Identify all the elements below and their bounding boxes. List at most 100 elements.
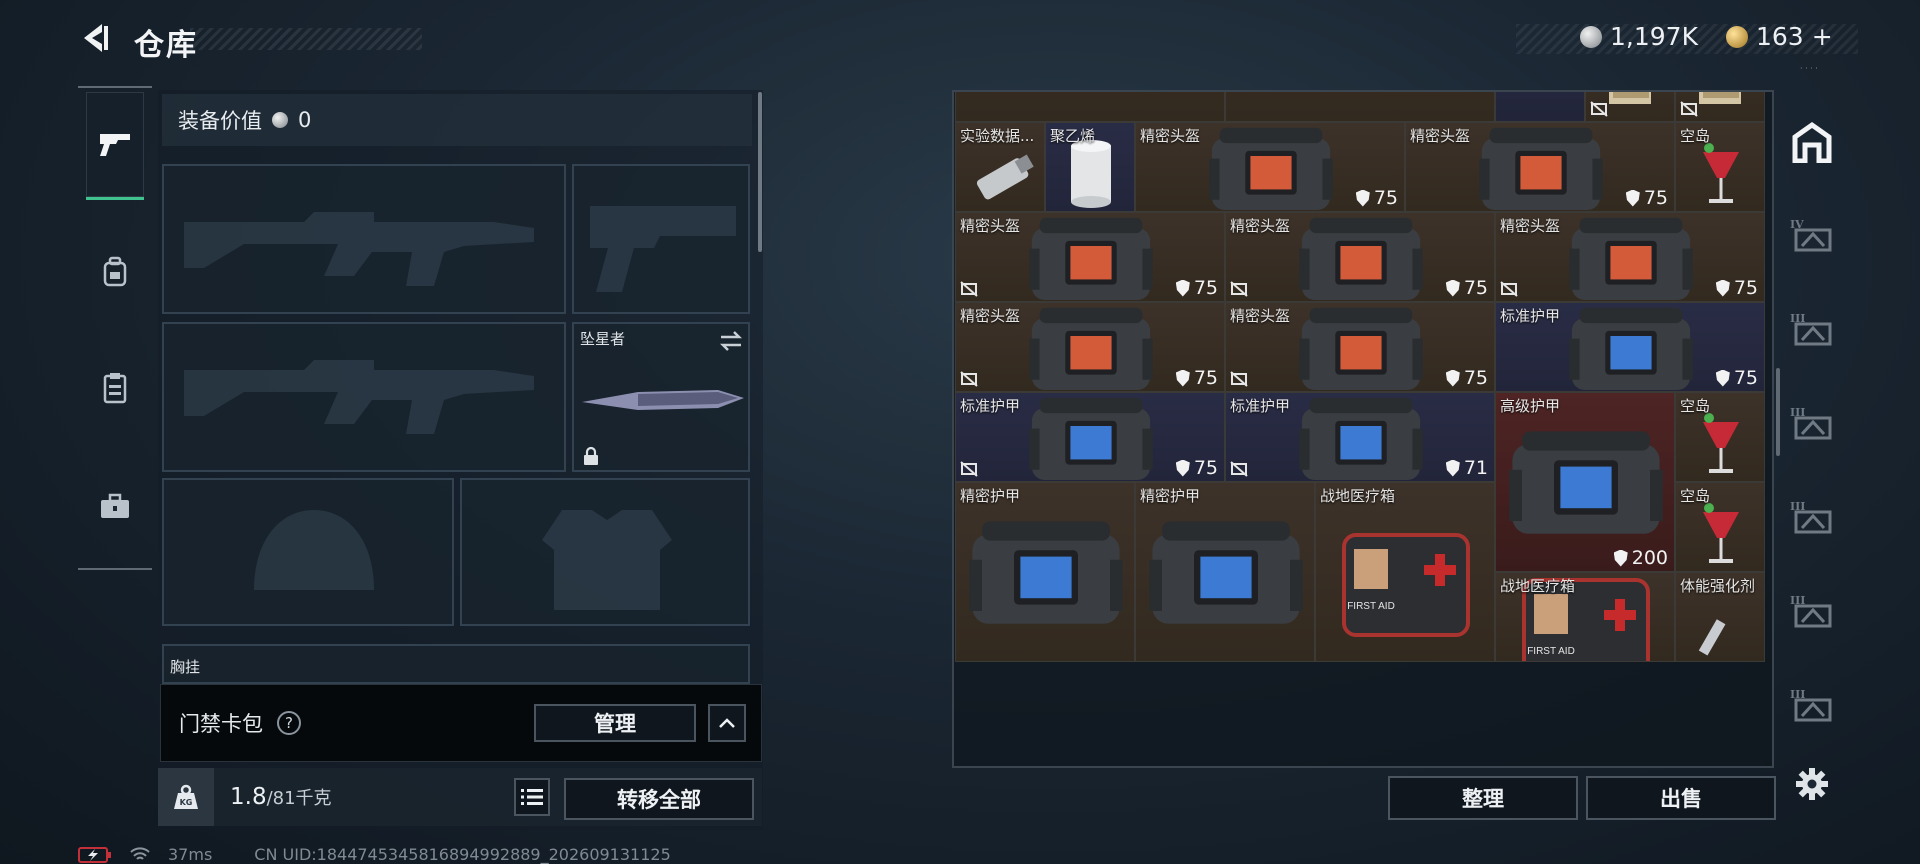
storage-tab[interactable]: III [1780, 664, 1844, 748]
collapse-button[interactable] [708, 704, 746, 742]
inventory-item[interactable]: 燃气喷灯 [1495, 92, 1585, 122]
inventory-item[interactable]: 精密头盔 75 [955, 212, 1225, 302]
swap-icon[interactable] [718, 330, 744, 352]
corner-text: · · · · [1800, 64, 1818, 73]
inventory-item[interactable]: 精密头盔 75 [1225, 212, 1495, 302]
inventory-item[interactable]: 标准护甲 75 [955, 392, 1225, 482]
settings-button[interactable] [1792, 764, 1832, 804]
durability-value: 75 [1733, 277, 1758, 299]
armor-slot[interactable] [460, 478, 750, 626]
inventory-item[interactable]: 聚乙烯 [1045, 122, 1135, 212]
equipment-scrollbar[interactable] [758, 92, 762, 252]
shield-icon [1175, 369, 1190, 387]
inventory-item[interactable]: FIRST AID 战地医疗箱 [1315, 482, 1495, 662]
tab-tools[interactable] [86, 452, 144, 560]
storage-tab[interactable]: III [1780, 382, 1844, 466]
manage-button[interactable]: 管理 [534, 704, 696, 742]
no-sell-icon [1230, 281, 1248, 297]
durability-value: 75 [1193, 277, 1218, 299]
primary-weapon-slot-2[interactable] [162, 322, 566, 472]
armor-case-icon [1509, 431, 1663, 534]
back-arrow-icon [84, 24, 108, 52]
item-name: 精密头盔 [960, 217, 1021, 235]
item-name: 空岛 [1680, 397, 1711, 415]
durability-value: 75 [1733, 367, 1758, 389]
tier-3-weapon-icon: III [1790, 594, 1832, 628]
secondary-weapon-slot[interactable] [572, 164, 750, 314]
item-name: 战地医疗箱 [1320, 487, 1396, 505]
inventory-item[interactable]: 赤枭档案 [1675, 92, 1765, 122]
inventory-item[interactable]: 精密头盔 75 [1405, 122, 1675, 212]
inventory-item[interactable]: 实验数据... [955, 122, 1045, 212]
inventory-item[interactable]: 子弹零件高 [955, 92, 1225, 122]
silver-coin-icon [1580, 25, 1602, 48]
chevron-up-icon [719, 718, 735, 728]
inventory-item[interactable]: 精密头盔 75 [1135, 122, 1405, 212]
equipment-value-header: 装备价值 0 [162, 94, 752, 146]
item-name: 精密头盔 [1140, 127, 1201, 145]
item-art [969, 521, 1123, 624]
helmet-case-icon [1029, 307, 1153, 390]
backpack-icon [103, 256, 127, 287]
no-sell-icon [1680, 101, 1698, 117]
tab-gear[interactable] [86, 218, 144, 326]
gold-currency[interactable]: 163 + [1726, 22, 1833, 51]
item-art [1226, 92, 1495, 122]
syringe-icon [1698, 619, 1726, 656]
melee-slot[interactable]: 坠星者 [572, 322, 750, 472]
inventory-item[interactable]: 高级护甲 200 [1495, 392, 1675, 572]
item-art [1149, 521, 1303, 624]
sort-button[interactable]: 整理 [1388, 776, 1578, 820]
tab-weapons[interactable] [86, 92, 144, 200]
gold-coin-icon [1726, 25, 1748, 48]
inventory-item[interactable]: 体能强化剂 [1675, 572, 1765, 662]
inventory-item[interactable]: 子弹零件高 [1225, 92, 1495, 122]
gold-plus[interactable]: + [1812, 22, 1833, 51]
item-name: 标准护甲 [1230, 397, 1291, 415]
storage-tab[interactable]: III [1780, 476, 1844, 560]
clipboard-icon [103, 373, 127, 404]
chest-rig-slot[interactable]: 胸挂 [162, 644, 750, 684]
inventory-item[interactable]: 标准护甲 75 [1495, 302, 1765, 392]
no-sell-icon [960, 371, 978, 387]
inventory-item[interactable]: 空岛 [1675, 122, 1765, 212]
helmet-slot[interactable] [162, 478, 454, 626]
inventory-item[interactable]: 赤枭档案 [1585, 92, 1675, 122]
storage-tab[interactable]: III [1780, 570, 1844, 654]
item-art [956, 92, 1225, 122]
inventory-item[interactable]: 精密护甲 [955, 482, 1135, 662]
rifle-silhouette-icon [184, 360, 534, 434]
item-name: 战地医疗箱 [1500, 577, 1576, 595]
back-button[interactable] [78, 20, 114, 56]
shield-icon [1715, 369, 1730, 387]
helmet-silhouette-icon [254, 510, 374, 590]
storage-tab[interactable] [1780, 100, 1844, 184]
shield-icon [1715, 279, 1730, 297]
primary-weapon-slot[interactable] [162, 164, 566, 314]
silver-coin-icon [272, 112, 288, 128]
inventory-item[interactable]: 精密护甲 [1135, 482, 1315, 662]
inventory-item[interactable]: 空岛 [1675, 392, 1765, 482]
sell-button[interactable]: 出售 [1586, 776, 1776, 820]
inventory-item[interactable]: 空岛 [1675, 482, 1765, 572]
inventory-item[interactable]: 精密头盔 75 [1495, 212, 1765, 302]
inventory-item[interactable]: 标准护甲 71 [1225, 392, 1495, 482]
inventory-item[interactable]: 精密头盔 75 [1225, 302, 1495, 392]
item-name: 精密头盔 [1230, 217, 1291, 235]
shield-icon [1625, 189, 1640, 207]
weight-icon-box: KG [158, 768, 214, 826]
pistol-icon [100, 133, 130, 156]
help-icon[interactable]: ? [277, 711, 301, 735]
inventory-item[interactable]: 精密头盔 75 [955, 302, 1225, 392]
cocktail-icon [1703, 143, 1739, 203]
rifle-silhouette-icon [184, 212, 534, 286]
transfer-all-button[interactable]: 转移全部 [564, 778, 754, 820]
inventory-item[interactable]: FIRST AID 战地医疗箱 [1495, 572, 1675, 662]
storage-tab[interactable]: III [1780, 288, 1844, 372]
no-sell-icon [1590, 101, 1608, 117]
list-view-button[interactable] [514, 778, 550, 816]
tab-consumables[interactable] [86, 334, 144, 442]
storage-tab[interactable]: IV [1780, 194, 1844, 278]
durability-badge: 75 [1175, 457, 1218, 479]
shield-icon [1175, 459, 1190, 477]
